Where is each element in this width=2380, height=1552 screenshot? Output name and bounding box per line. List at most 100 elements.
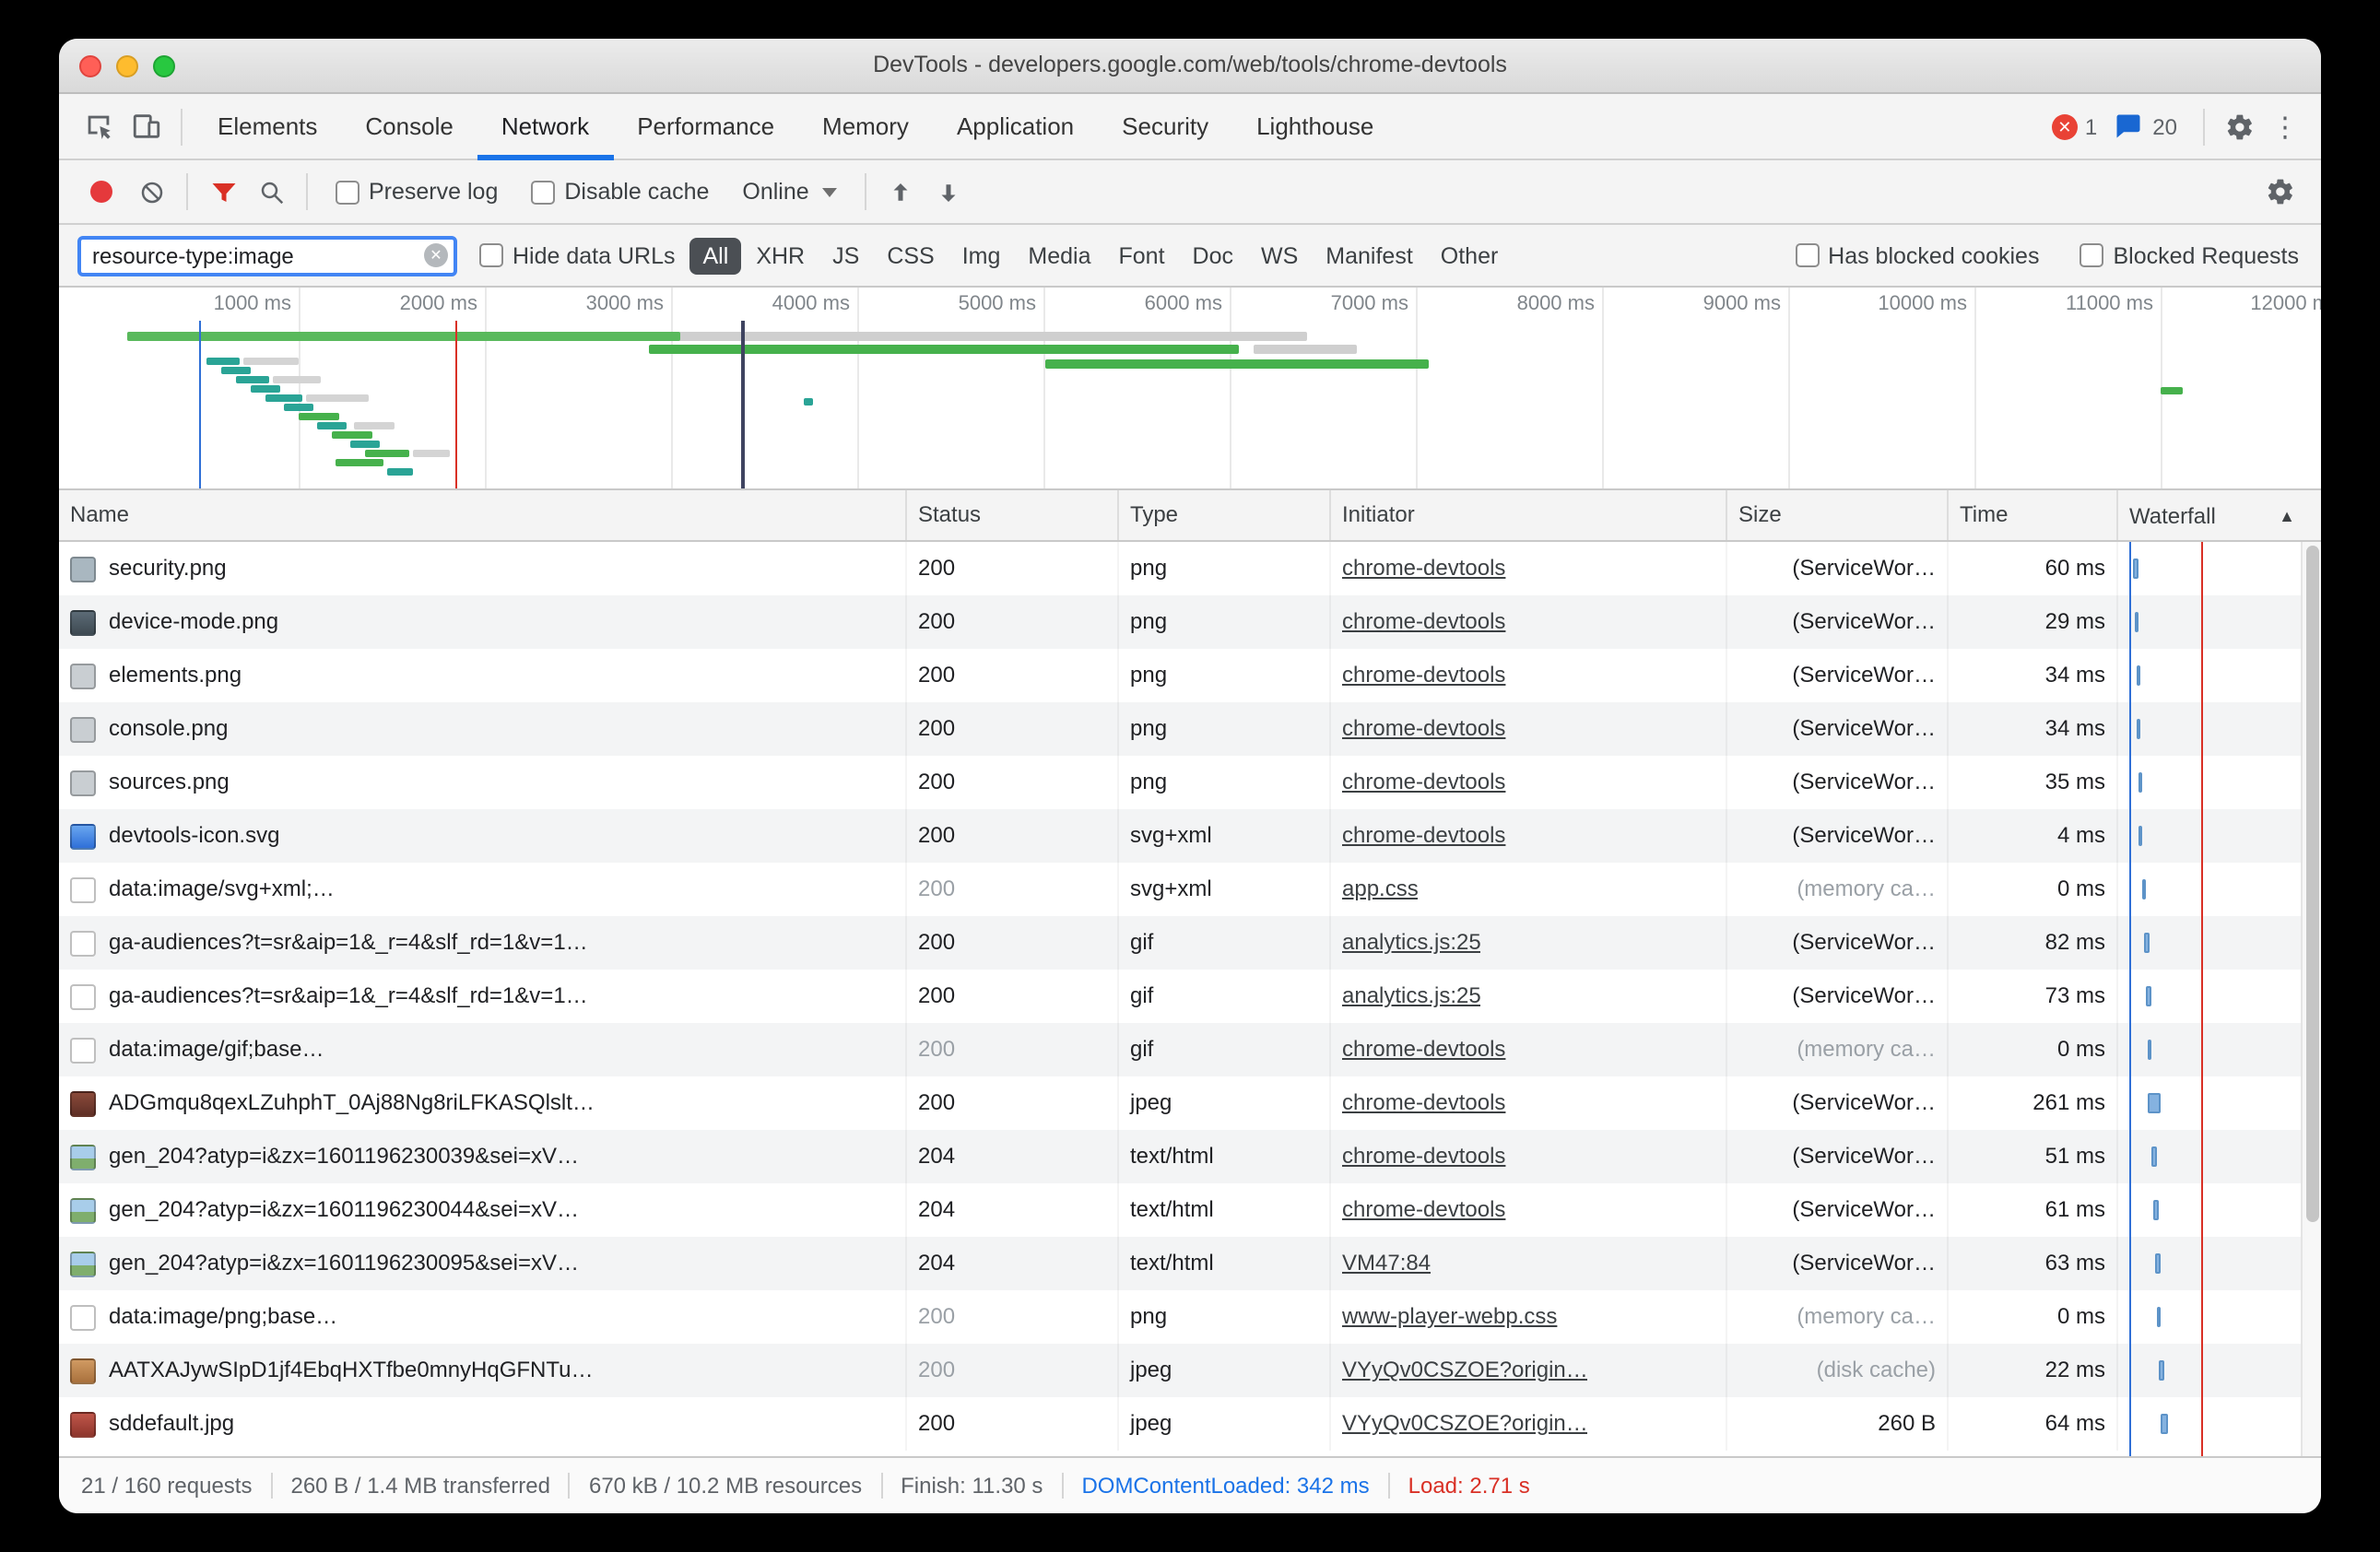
clear-filter-icon[interactable]: ✕ (424, 242, 448, 266)
initiator-link[interactable]: VYyQv0CSZOE?origin… (1342, 1344, 1588, 1397)
status-cell: 200 (907, 916, 1119, 970)
status-cell: 200 (907, 1290, 1119, 1344)
size-cell: (ServiceWor… (1727, 702, 1949, 756)
request-row[interactable]: elements.png200pngchrome-devtools(Servic… (59, 649, 2321, 702)
window-minimize-button[interactable] (116, 55, 138, 77)
request-row[interactable]: console.png200pngchrome-devtools(Service… (59, 702, 2321, 756)
initiator-link[interactable]: analytics.js:25 (1342, 970, 1481, 1023)
waterfall-cell (2118, 542, 2321, 595)
filter-pill-doc[interactable]: Doc (1180, 237, 1246, 274)
blocked-requests-checkbox[interactable] (2080, 243, 2103, 267)
request-row[interactable]: ga-audiences?t=sr&aip=1&_r=4&slf_rd=1&v=… (59, 970, 2321, 1023)
tab-memory[interactable]: Memory (798, 93, 933, 159)
window-close-button[interactable] (79, 55, 101, 77)
device-toolbar-icon[interactable] (122, 100, 170, 152)
request-row[interactable]: gen_204?atyp=i&zx=1601196230095&sei=xV…2… (59, 1237, 2321, 1290)
initiator-link[interactable]: chrome-devtools (1342, 1076, 1505, 1130)
tab-elements[interactable]: Elements (194, 93, 341, 159)
request-row[interactable]: security.png200pngchrome-devtools(Servic… (59, 542, 2321, 595)
size-cell: (ServiceWor… (1727, 916, 1949, 970)
request-row[interactable]: device-mode.png200pngchrome-devtools(Ser… (59, 595, 2321, 649)
waterfall-bar (2138, 772, 2142, 793)
initiator-link[interactable]: VYyQv0CSZOE?origin… (1342, 1397, 1588, 1451)
column-header-name[interactable]: Name (59, 490, 907, 540)
filter-pill-all[interactable]: All (690, 237, 742, 274)
request-row[interactable]: ADGmqu8qexLZuhphT_0Aj88Ng8riLFKASQlslt…2… (59, 1076, 2321, 1130)
name-cell: gen_204?atyp=i&zx=1601196230039&sei=xV… (59, 1130, 907, 1183)
initiator-link[interactable]: chrome-devtools (1342, 702, 1505, 756)
initiator-link[interactable]: chrome-devtools (1342, 1023, 1505, 1076)
filter-pill-font[interactable]: Font (1106, 237, 1178, 274)
initiator-link[interactable]: VM47:84 (1342, 1237, 1431, 1290)
initiator-link[interactable]: app.css (1342, 863, 1419, 916)
preserve-log-checkbox[interactable] (336, 180, 359, 204)
scrollbar-thumb[interactable] (2306, 546, 2319, 1222)
request-row[interactable]: data:image/gif;base…200gifchrome-devtool… (59, 1023, 2321, 1076)
initiator-link[interactable]: chrome-devtools (1342, 649, 1505, 702)
column-header-time[interactable]: Time (1949, 490, 2118, 540)
throttling-select[interactable]: Online (725, 179, 853, 205)
filter-input[interactable] (77, 235, 457, 276)
column-header-status[interactable]: Status (907, 490, 1119, 540)
filter-funnel-icon[interactable] (199, 166, 247, 218)
clear-network-log-icon[interactable] (127, 166, 175, 218)
request-row[interactable]: ga-audiences?t=sr&aip=1&_r=4&slf_rd=1&v=… (59, 916, 2321, 970)
error-count-icon[interactable]: ✕ (2052, 113, 2078, 139)
filter-pill-xhr[interactable]: XHR (743, 237, 818, 274)
column-header-size[interactable]: Size (1727, 490, 1949, 540)
request-row[interactable]: devtools-icon.svg200svg+xmlchrome-devtoo… (59, 809, 2321, 863)
request-row[interactable]: sddefault.jpg200jpegVYyQv0CSZOE?origin…2… (59, 1397, 2321, 1451)
overview-activity-bar (354, 422, 395, 429)
settings-gear-icon[interactable] (2216, 100, 2264, 152)
hide-data-urls-checkbox[interactable] (479, 243, 503, 267)
record-network-log-button[interactable] (90, 181, 112, 203)
request-row[interactable]: sources.png200pngchrome-devtools(Service… (59, 756, 2321, 809)
import-har-icon[interactable] (878, 166, 925, 218)
filter-pill-ws[interactable]: WS (1248, 237, 1311, 274)
waterfall-bar (2148, 1093, 2161, 1113)
tab-lighthouse[interactable]: Lighthouse (1232, 93, 1397, 159)
more-options-kebab-icon[interactable]: ⋮ (2264, 110, 2306, 143)
tab-application[interactable]: Application (933, 93, 1098, 159)
filter-pill-manifest[interactable]: Manifest (1313, 237, 1426, 274)
name-cell: gen_204?atyp=i&zx=1601196230095&sei=xV… (59, 1237, 907, 1290)
initiator-link[interactable]: chrome-devtools (1342, 542, 1505, 595)
issues-icon[interactable] (2112, 100, 2145, 152)
filter-pill-img[interactable]: Img (949, 237, 1014, 274)
request-row[interactable]: gen_204?atyp=i&zx=1601196230044&sei=xV…2… (59, 1183, 2321, 1237)
request-row[interactable]: AATXAJywSIpD1jf4EbqHXTfbe0mnyHqGFNTu…200… (59, 1344, 2321, 1397)
request-row[interactable]: data:image/svg+xml;…200svg+xmlapp.css(me… (59, 863, 2321, 916)
request-row[interactable]: data:image/png;base…200pngwww-player-web… (59, 1290, 2321, 1344)
filter-pill-css[interactable]: CSS (874, 237, 947, 274)
tab-security[interactable]: Security (1098, 93, 1232, 159)
initiator-link[interactable]: chrome-devtools (1342, 756, 1505, 809)
timeline-label: 10000 ms (1792, 293, 1967, 315)
request-row[interactable]: gen_204?atyp=i&zx=1601196230039&sei=xV…2… (59, 1130, 2321, 1183)
tab-console[interactable]: Console (341, 93, 477, 159)
initiator-link[interactable]: analytics.js:25 (1342, 916, 1481, 970)
has-blocked-cookies-checkbox[interactable] (1795, 243, 1819, 267)
filter-pill-media[interactable]: Media (1015, 237, 1103, 274)
initiator-link[interactable]: chrome-devtools (1342, 1183, 1505, 1237)
network-settings-gear-icon[interactable] (2256, 166, 2304, 218)
scrollbar-track[interactable] (2301, 542, 2321, 1456)
search-icon[interactable] (247, 166, 295, 218)
window-zoom-button[interactable] (153, 55, 175, 77)
network-overview-timeline[interactable]: 1000 ms2000 ms3000 ms4000 ms5000 ms6000 … (59, 288, 2321, 490)
initiator-link[interactable]: www-player-webp.css (1342, 1290, 1557, 1344)
filter-pill-other[interactable]: Other (1428, 237, 1512, 274)
export-har-icon[interactable] (925, 166, 973, 218)
initiator-link[interactable]: chrome-devtools (1342, 1130, 1505, 1183)
disable-cache-checkbox[interactable] (531, 180, 555, 204)
tab-performance[interactable]: Performance (613, 93, 798, 159)
filter-pill-js[interactable]: JS (819, 237, 872, 274)
column-header-type[interactable]: Type (1119, 490, 1331, 540)
initiator-link[interactable]: chrome-devtools (1342, 595, 1505, 649)
name-cell: data:image/gif;base… (59, 1023, 907, 1076)
column-header-waterfall[interactable]: Waterfall▲ (2118, 490, 2321, 540)
column-header-initiator[interactable]: Initiator (1331, 490, 1727, 540)
tab-network[interactable]: Network (477, 93, 613, 159)
inspect-element-icon[interactable] (74, 100, 122, 152)
initiator-link[interactable]: chrome-devtools (1342, 809, 1505, 863)
request-name: console.png (109, 702, 228, 756)
